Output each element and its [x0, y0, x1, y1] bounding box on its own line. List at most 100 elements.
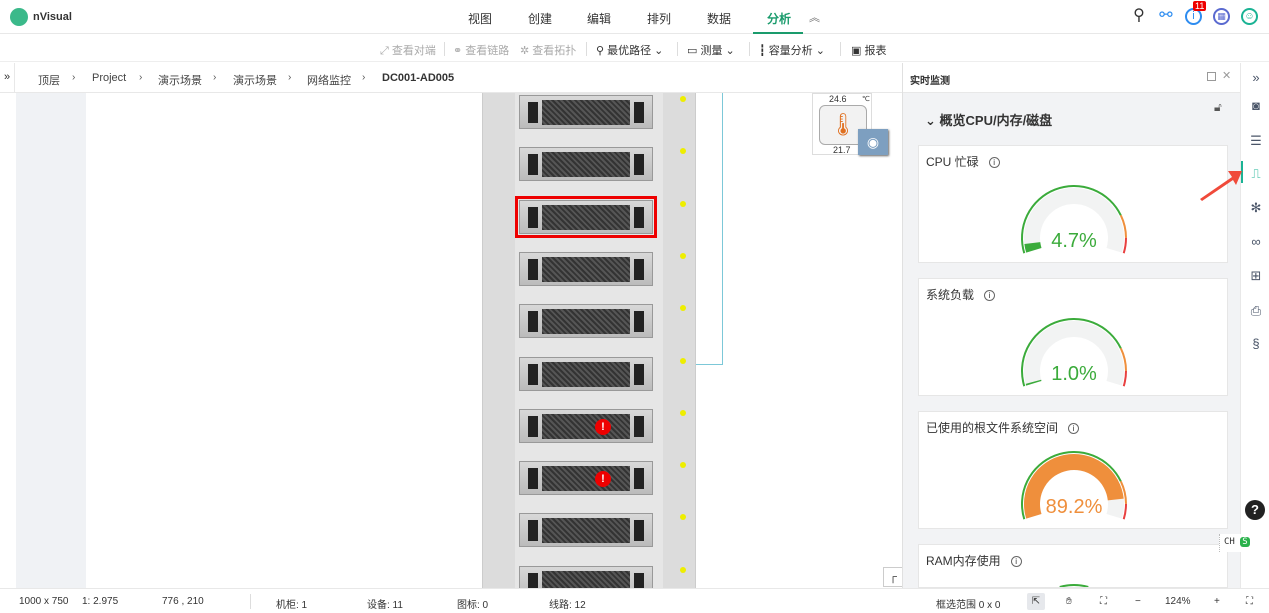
alarm-icon[interactable]: !: [595, 471, 611, 488]
select-tool-icon[interactable]: ⇱: [1027, 593, 1045, 610]
toolbar: ⤢ 查看对端 ⚭ 查看链路 ✲ 查看拓扑 ⚲ 最优路径 ⌄ ▭ 测量 ⌄ ┇ 容…: [0, 35, 1269, 62]
zoom-level: 124%: [1165, 596, 1191, 607]
status-led: [680, 566, 686, 573]
gauge-value-label: 89.2%: [1046, 496, 1103, 518]
divider: [677, 42, 678, 56]
server-device[interactable]: [519, 356, 653, 391]
breadcrumb-item[interactable]: 顶层: [38, 72, 60, 88]
server-device[interactable]: [519, 251, 653, 286]
alarm-icon[interactable]: !: [595, 418, 611, 435]
monitor-icon[interactable]: ⎍: [1248, 166, 1264, 182]
collapse-menu-icon[interactable]: ︽: [809, 9, 820, 25]
breadcrumb-item[interactable]: Project: [92, 72, 126, 84]
gauge-chart: 1.0%: [1021, 318, 1128, 387]
active-tab-indicator: [753, 32, 803, 34]
status-led: [680, 96, 686, 102]
help-icon[interactable]: ?: [1245, 500, 1265, 520]
right-sidebar: » ◙ ☰ ⎍ ✻ ∞ ⊞ ⎙ § ?: [1240, 63, 1269, 588]
optimal-path-dropdown[interactable]: ⚲ 最优路径 ⌄: [596, 42, 663, 58]
server-grill: [542, 100, 630, 125]
server-grill: [542, 204, 630, 230]
expand-left-icon[interactable]: »: [0, 63, 15, 93]
view-topology-button[interactable]: ✲ 查看拓扑: [520, 42, 576, 58]
user-icon[interactable]: ☺: [1241, 8, 1258, 25]
measure-dropdown[interactable]: ▭ 测量 ⌄: [687, 42, 735, 58]
zoom-out-button[interactable]: −: [1135, 596, 1141, 607]
section-header[interactable]: ⌄ 概览CPU/内存/磁盘: [925, 110, 1052, 129]
server-handle: [634, 311, 644, 333]
fullscreen-icon[interactable]: ⛶: [1246, 596, 1253, 607]
chevron-right-icon: ›: [139, 72, 143, 83]
server-device[interactable]: [519, 95, 653, 129]
line-count: 线路: 12: [549, 600, 586, 611]
diagram-canvas[interactable]: !! 24.6 ℃ 🌡 21.7 ◉ ┌: [0, 93, 902, 588]
capacity-analysis-dropdown[interactable]: ┇ 容量分析 ⌄: [759, 42, 825, 58]
server-handle: [634, 102, 644, 123]
pan-tool-icon[interactable]: ✋︎: [1066, 596, 1072, 607]
section-title: 概览CPU/内存/磁盘: [939, 113, 1053, 128]
server-device[interactable]: [519, 304, 653, 339]
device-icon[interactable]: ◙: [1248, 98, 1264, 114]
server-handle: [528, 468, 538, 490]
chevron-right-icon: ›: [213, 72, 217, 83]
server-handle: [528, 206, 538, 228]
link-icon[interactable]: ∞: [1248, 234, 1264, 250]
menu-data[interactable]: 数据: [707, 10, 731, 27]
server-device[interactable]: [515, 195, 657, 238]
report-label: 报表: [864, 45, 887, 57]
server-device[interactable]: [519, 408, 653, 443]
view-peer-button[interactable]: ⤢ 查看对端: [380, 42, 436, 58]
rack-cabinet[interactable]: !!: [482, 93, 696, 588]
server-handle: [528, 363, 538, 385]
device-count: 设备: 11: [367, 600, 403, 611]
topology-icon[interactable]: ✻: [1248, 200, 1264, 216]
list-icon[interactable]: ☰: [1248, 133, 1264, 149]
server-grill: [542, 152, 630, 178]
unlock-icon[interactable]: 🔓︎: [1214, 100, 1222, 115]
server-grill: [542, 309, 630, 335]
menu-analysis[interactable]: 分析: [767, 10, 791, 27]
server-device[interactable]: [519, 513, 653, 548]
search-icon[interactable]: ⚲: [1129, 6, 1149, 26]
gauge-threshold-red: [1122, 237, 1128, 254]
capacity-icon[interactable]: ⊞: [1248, 268, 1264, 284]
server-device[interactable]: [519, 147, 653, 182]
minimap-toggle[interactable]: ┌: [883, 567, 902, 587]
gauge-chart: [1059, 584, 1089, 587]
server-device[interactable]: [519, 461, 653, 496]
expand-right-icon[interactable]: »: [1248, 70, 1264, 86]
menu-view[interactable]: 视图: [468, 10, 492, 27]
breadcrumb-item[interactable]: 网络监控: [307, 72, 351, 88]
server-handle: [634, 258, 644, 280]
panel-header: 实时监测 ✕: [903, 63, 1241, 93]
server-grill: [542, 361, 630, 387]
view-link-button[interactable]: ⚭ 查看链路: [453, 42, 509, 58]
ime-logo-icon: S: [1240, 537, 1250, 547]
server-handle: [528, 102, 538, 123]
chevron-right-icon: ›: [288, 72, 292, 83]
breadcrumb-item[interactable]: 演示场景: [158, 72, 202, 88]
gauge-chart: 89.2%: [1021, 451, 1128, 520]
print-icon[interactable]: ⎙: [1248, 303, 1264, 319]
report-button[interactable]: ▣ 报表: [851, 42, 886, 58]
share-icon[interactable]: ⚯: [1156, 6, 1176, 26]
route-icon[interactable]: §: [1248, 336, 1264, 352]
menu-create[interactable]: 创建: [528, 10, 552, 27]
ime-indicator[interactable]: CH S: [1219, 534, 1269, 552]
eye-icon[interactable]: ◉: [858, 129, 888, 155]
gauge-value-label: 1.0%: [1051, 363, 1097, 385]
breadcrumb-item[interactable]: 演示场景: [233, 72, 277, 88]
divider: [840, 42, 841, 56]
gauge-value-arc: [1024, 241, 1042, 253]
fit-screen-icon[interactable]: ⛶: [1100, 596, 1107, 607]
breadcrumb-current: DC001-AD005: [382, 72, 455, 84]
gauge-threshold-green: [1059, 584, 1089, 587]
menu-edit[interactable]: 编辑: [587, 10, 611, 27]
apps-icon[interactable]: ▦: [1213, 8, 1230, 25]
gauge-card: 已使用的根文件系统空间 i 89.2%: [918, 411, 1228, 529]
zoom-in-button[interactable]: +: [1214, 596, 1220, 607]
server-device[interactable]: [519, 565, 653, 588]
close-icon[interactable]: ✕: [1222, 69, 1231, 82]
menu-arrange[interactable]: 排列: [647, 10, 671, 27]
maximize-icon[interactable]: [1207, 72, 1216, 81]
